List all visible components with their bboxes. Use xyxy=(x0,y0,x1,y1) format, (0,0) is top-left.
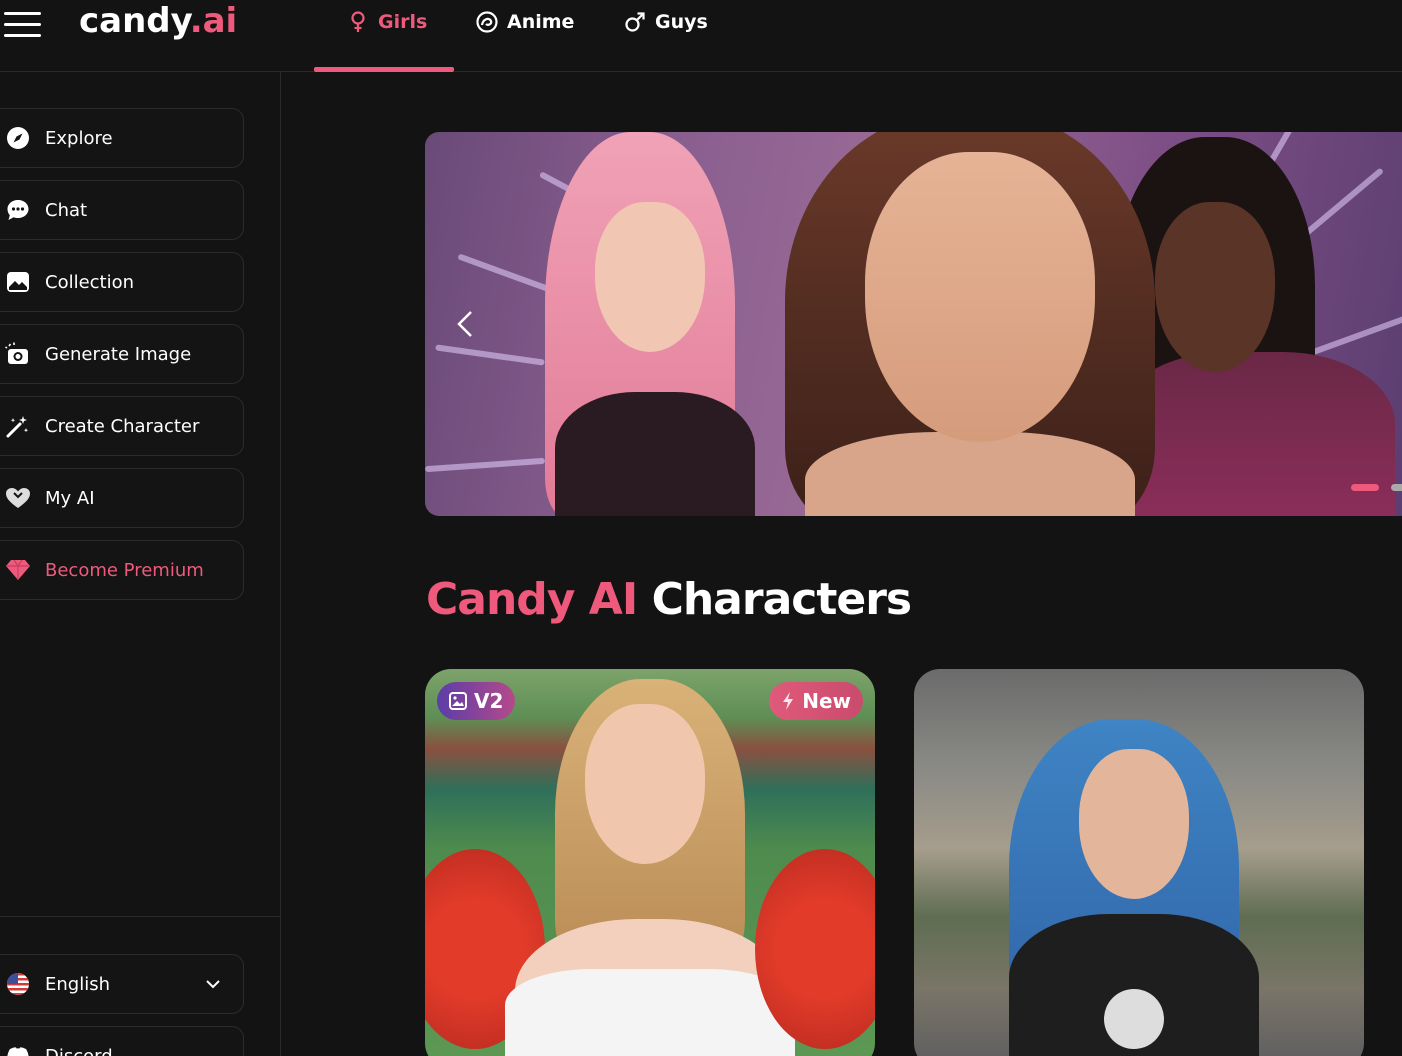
magic-wand-icon xyxy=(5,413,31,439)
active-tab-indicator xyxy=(314,67,454,72)
banner-dot[interactable] xyxy=(1391,484,1402,491)
sidebar-item-label: Create Character xyxy=(45,415,200,437)
sidebar-item-label: Become Premium xyxy=(45,559,204,581)
chevron-down-icon xyxy=(205,974,221,993)
banner-person-pink-face xyxy=(595,202,705,352)
section-heading: Candy AI Characters xyxy=(426,574,913,625)
tab-label: Anime xyxy=(507,11,575,33)
logo[interactable]: candy.ai xyxy=(79,0,237,42)
tab-anime[interactable]: Anime xyxy=(475,6,574,38)
hamburger-menu-icon[interactable] xyxy=(4,12,42,38)
heart-icon xyxy=(5,485,31,511)
banner-ray xyxy=(1307,313,1402,357)
tab-label: Guys xyxy=(655,11,708,33)
banner-person-center-face xyxy=(865,152,1095,442)
banner-dot-active[interactable] xyxy=(1351,484,1379,491)
sidebar-item-label: My AI xyxy=(45,487,95,509)
banner-ray xyxy=(435,344,545,366)
sidebar-item-collection[interactable]: Collection xyxy=(0,252,244,312)
us-flag-icon xyxy=(5,971,31,997)
sidebar-divider xyxy=(0,916,281,917)
v2-badge: V2 xyxy=(437,682,516,720)
banner-person-dark-face xyxy=(1155,202,1275,372)
camera-icon xyxy=(5,341,31,367)
compass-icon xyxy=(5,125,31,151)
language-selector[interactable]: English xyxy=(0,954,244,1014)
anime-icon xyxy=(476,11,498,33)
sidebar-item-chat[interactable]: Chat xyxy=(0,180,244,240)
shirt-graphic xyxy=(1104,989,1164,1049)
banner-prev-arrow-icon[interactable] xyxy=(453,308,477,340)
banner-person-pink-outfit xyxy=(555,392,755,516)
character-outfit xyxy=(505,969,795,1056)
logo-main: candy xyxy=(79,1,190,41)
discord-icon xyxy=(5,1043,31,1056)
tab-girls[interactable]: Girls xyxy=(346,6,427,38)
sidebar-item-become-premium[interactable]: Become Premium xyxy=(0,540,244,600)
male-icon xyxy=(625,12,645,32)
language-label: English xyxy=(45,973,110,995)
sidebar-item-explore[interactable]: Explore xyxy=(0,108,244,168)
tab-guys[interactable]: Guys xyxy=(623,6,708,38)
new-badge: New xyxy=(769,682,863,720)
logo-dot: . xyxy=(189,1,203,41)
gallery-icon xyxy=(5,269,31,295)
sidebar: Explore Chat Collection Generate Image C… xyxy=(0,72,281,1056)
sidebar-item-label: Collection xyxy=(45,271,135,293)
banner-person-center-body xyxy=(805,432,1135,516)
heading-highlight: Candy AI xyxy=(426,574,638,625)
chat-icon xyxy=(5,197,31,223)
sidebar-item-my-ai[interactable]: My AI xyxy=(0,468,244,528)
character-card[interactable] xyxy=(914,669,1364,1056)
logo-suffix: ai xyxy=(202,1,238,41)
tab-label: Girls xyxy=(378,11,428,33)
image-icon xyxy=(449,692,467,710)
sidebar-item-label: Generate Image xyxy=(45,343,192,365)
sidebar-item-label: Chat xyxy=(45,199,88,221)
female-icon xyxy=(351,11,365,32)
banner-ray xyxy=(425,457,546,473)
character-card[interactable]: V2 New xyxy=(425,669,875,1056)
banner-person-dark-outfit xyxy=(1115,352,1395,516)
lightning-icon xyxy=(783,692,794,710)
sidebar-item-label: Explore xyxy=(45,127,113,149)
character-face xyxy=(1079,749,1189,899)
hero-banner[interactable] xyxy=(425,132,1402,516)
banner-ray xyxy=(1295,167,1385,243)
sidebar-item-discord[interactable]: Discord xyxy=(0,1026,244,1056)
diamond-icon xyxy=(5,557,31,583)
top-bar: candy.ai Girls Anime Guys xyxy=(0,0,1402,72)
badge-label: New xyxy=(802,689,851,713)
character-face xyxy=(585,704,705,864)
sidebar-item-generate-image[interactable]: Generate Image xyxy=(0,324,244,384)
heading-text: Characters xyxy=(651,574,913,625)
badge-label: V2 xyxy=(474,689,504,713)
sidebar-item-create-character[interactable]: Create Character xyxy=(0,396,244,456)
sidebar-item-label: Discord xyxy=(45,1045,113,1056)
